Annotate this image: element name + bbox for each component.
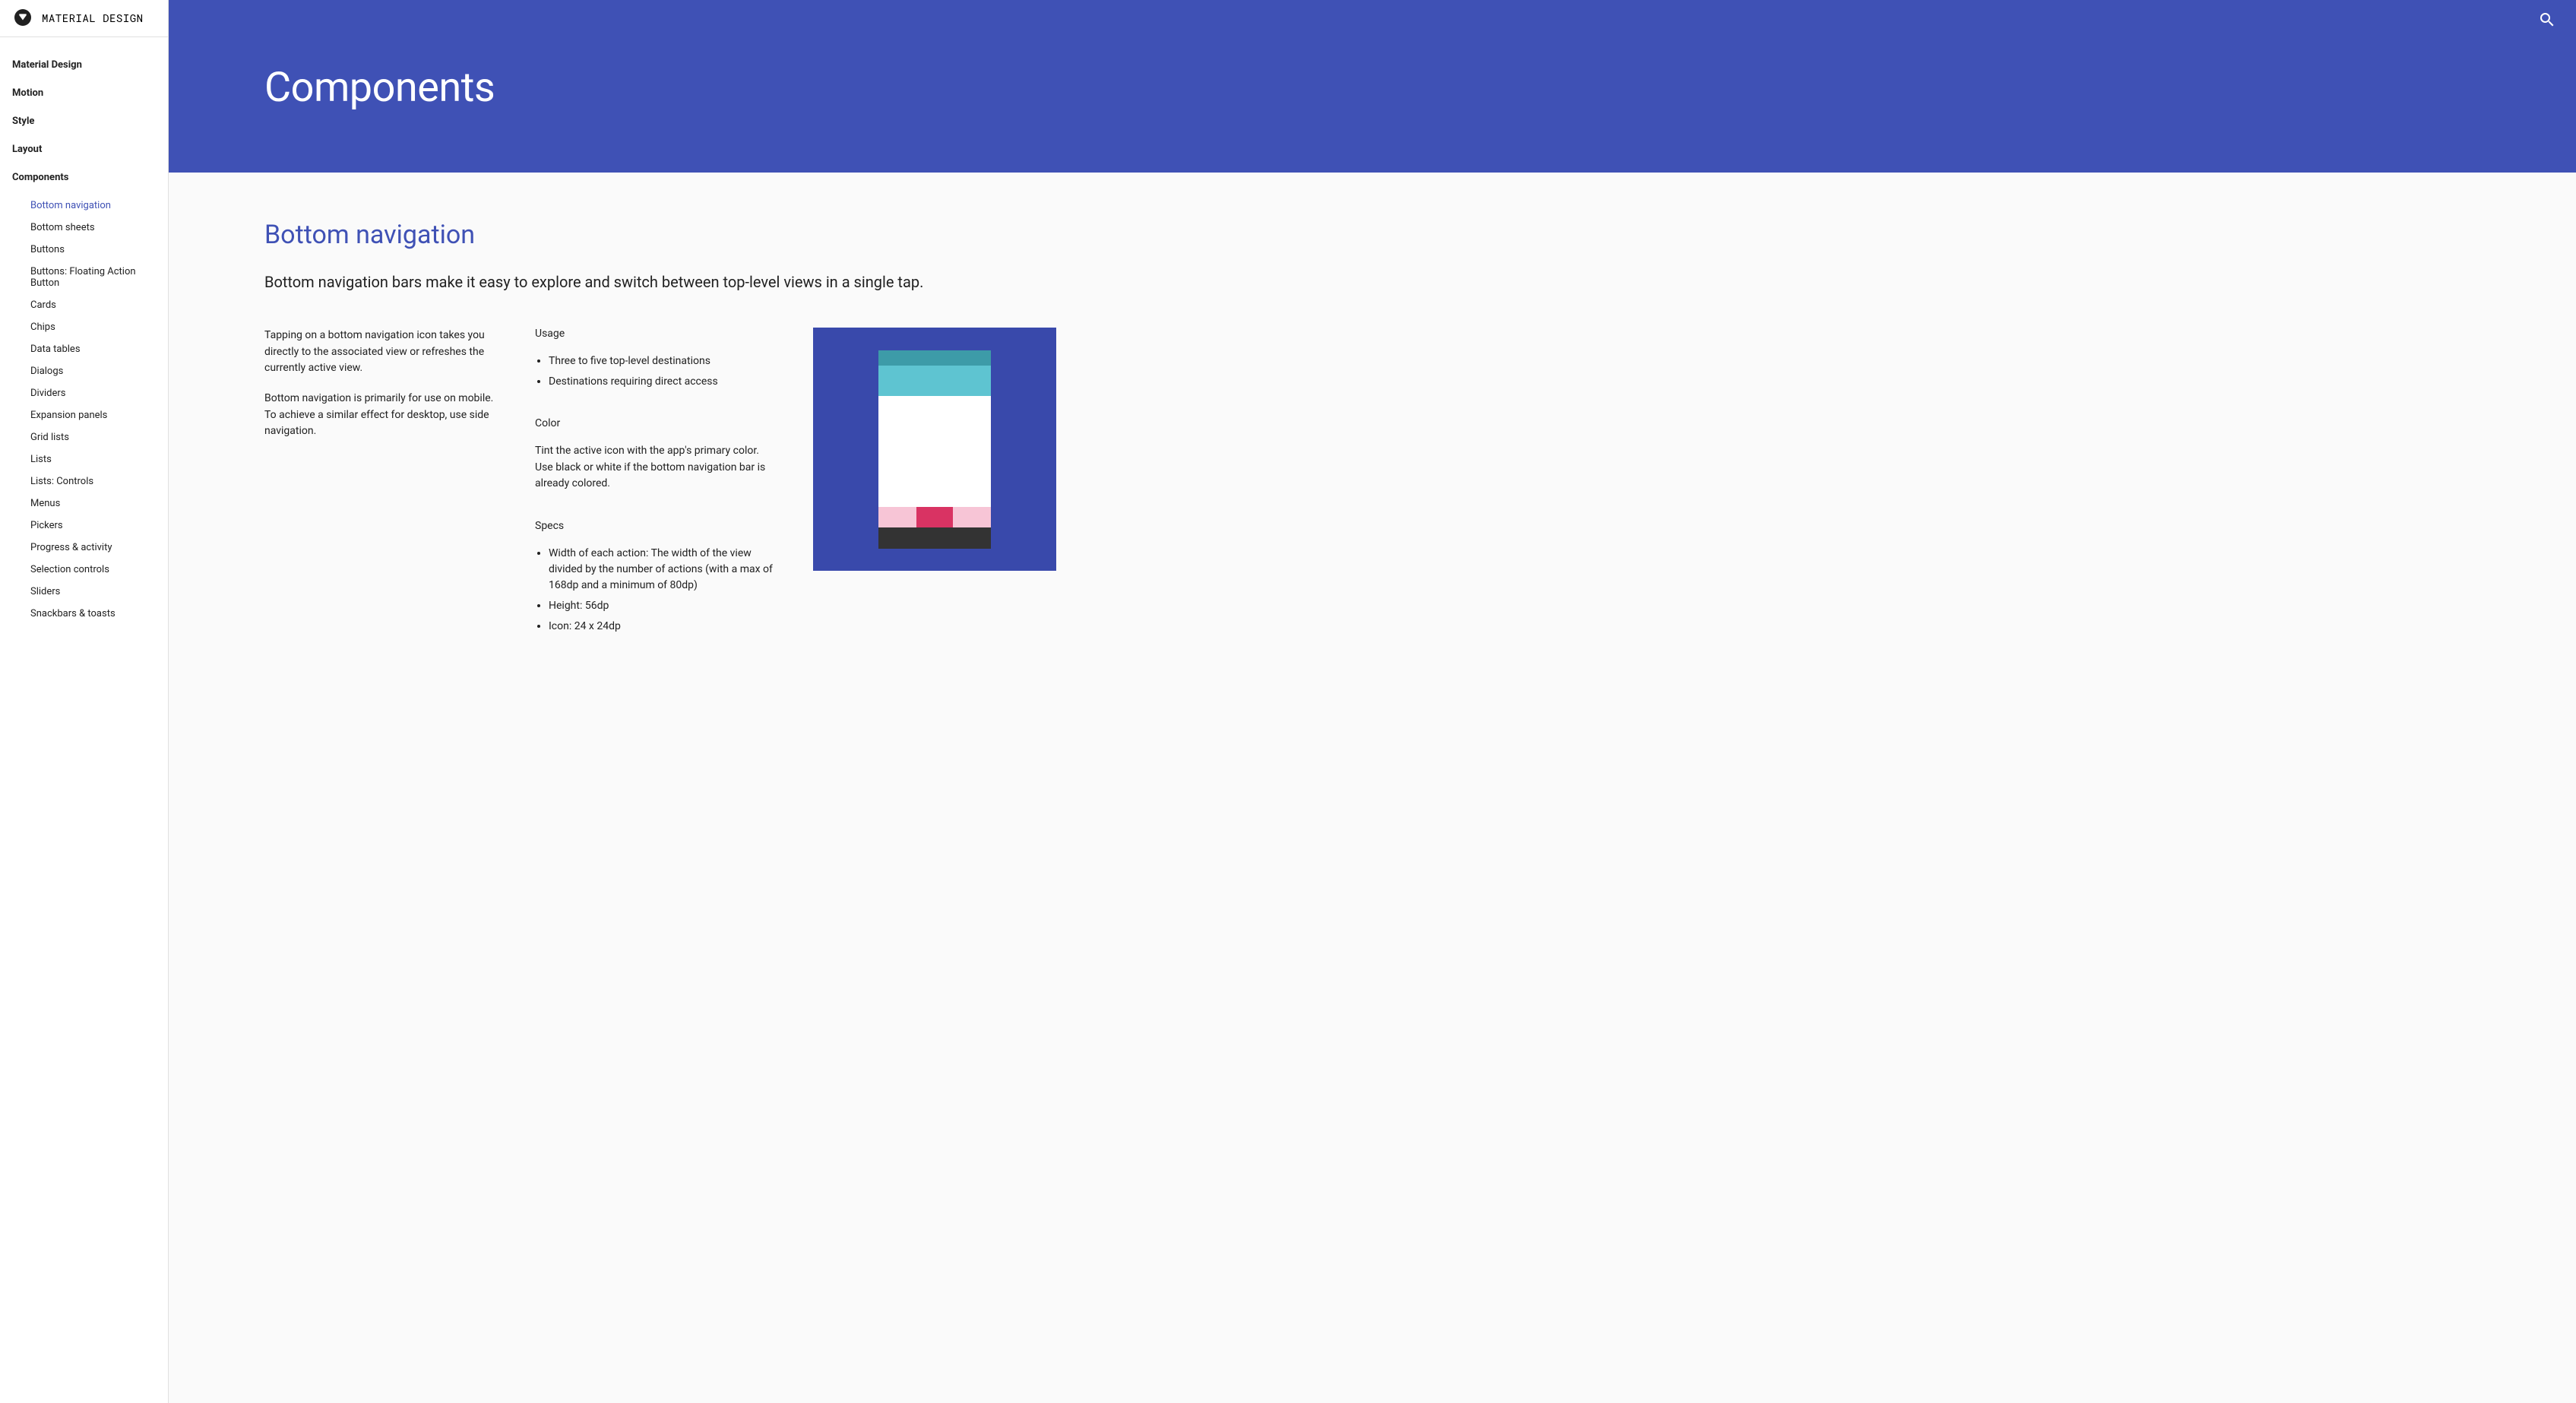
subnav-item-progress-activity[interactable]: Progress & activity — [27, 537, 168, 559]
subnav-item-dialogs[interactable]: Dialogs — [27, 360, 168, 382]
nav-item-style[interactable]: Style — [0, 107, 168, 135]
nav-item-layout[interactable]: Layout — [0, 135, 168, 163]
brand-name: MATERIAL DESIGN — [42, 11, 144, 25]
phone-app-bar — [878, 366, 991, 396]
usage-item: Destinations requiring direct access — [549, 374, 777, 390]
subnav-item-sliders[interactable]: Sliders — [27, 581, 168, 603]
description-p1: Tapping on a bottom navigation icon take… — [264, 328, 505, 377]
main-content: Components Bottom navigation Bottom navi… — [169, 0, 2576, 1403]
specs-item: Width of each action: The width of the v… — [549, 546, 777, 594]
subnav-item-cards[interactable]: Cards — [27, 294, 168, 316]
col-illustration — [807, 328, 1096, 571]
content: Bottom navigation Bottom navigation bars… — [169, 173, 1096, 685]
subnav-item-lists[interactable]: Lists — [27, 448, 168, 470]
subnav-item-buttons[interactable]: Buttons — [27, 239, 168, 261]
subnav-item-snackbars-toasts[interactable]: Snackbars & toasts — [27, 603, 168, 625]
col-details: Usage Three to five top-level destinatio… — [535, 328, 777, 639]
color-heading: Color — [535, 417, 777, 429]
columns: Tapping on a bottom navigation icon take… — [264, 328, 1096, 639]
specs-list: Width of each action: The width of the v… — [535, 546, 777, 635]
sidebar: MATERIAL DESIGN Material Design Motion S… — [0, 0, 169, 1403]
subnav-item-bottom-sheets[interactable]: Bottom sheets — [27, 217, 168, 239]
color-text: Tint the active icon with the app's prim… — [535, 443, 777, 492]
nav-item-material-design[interactable]: Material Design — [0, 51, 168, 79]
subnav-item-selection-controls[interactable]: Selection controls — [27, 559, 168, 581]
subnav-item-dividers[interactable]: Dividers — [27, 382, 168, 404]
search-icon[interactable] — [2538, 11, 2556, 29]
col-description: Tapping on a bottom navigation icon take… — [264, 328, 505, 454]
components-subnav: Bottom navigation Bottom sheets Buttons … — [0, 192, 168, 625]
phone-bottom-nav — [878, 507, 991, 527]
page-title: Bottom navigation — [264, 220, 1096, 250]
usage-list: Three to five top-level destinations Des… — [535, 353, 777, 390]
subnav-item-lists-controls[interactable]: Lists: Controls — [27, 470, 168, 492]
subnav-item-chips[interactable]: Chips — [27, 316, 168, 338]
specs-heading: Specs — [535, 520, 777, 532]
phone-bottom-nav-active — [916, 507, 953, 527]
hero-title: Components — [264, 64, 2576, 112]
illustration — [813, 328, 1056, 571]
brand-row[interactable]: MATERIAL DESIGN — [0, 0, 168, 37]
description-p2: Bottom navigation is primarily for use o… — [264, 391, 505, 440]
subnav-item-pickers[interactable]: Pickers — [27, 515, 168, 537]
usage-heading: Usage — [535, 328, 777, 340]
nav-item-motion[interactable]: Motion — [0, 79, 168, 107]
nav-item-components[interactable]: Components — [0, 163, 168, 192]
intro-text: Bottom navigation bars make it easy to e… — [264, 271, 1096, 293]
phone-body — [878, 396, 991, 507]
usage-item: Three to five top-level destinations — [549, 353, 777, 369]
subnav-item-grid-lists[interactable]: Grid lists — [27, 426, 168, 448]
subnav-item-menus[interactable]: Menus — [27, 492, 168, 515]
primary-nav: Material Design Motion Style Layout Comp… — [0, 37, 168, 625]
subnav-item-data-tables[interactable]: Data tables — [27, 338, 168, 360]
material-logo-icon — [14, 9, 31, 26]
phone-mock — [878, 350, 991, 549]
specs-item: Height: 56dp — [549, 598, 777, 614]
subnav-item-expansion-panels[interactable]: Expansion panels — [27, 404, 168, 426]
specs-item: Icon: 24 x 24dp — [549, 619, 777, 635]
phone-status-bar — [878, 350, 991, 366]
subnav-item-buttons-fab[interactable]: Buttons: Floating Action Button — [27, 261, 168, 294]
hero: Components — [169, 0, 2576, 173]
phone-system-nav — [878, 527, 991, 549]
subnav-item-bottom-navigation[interactable]: Bottom navigation — [27, 195, 168, 217]
